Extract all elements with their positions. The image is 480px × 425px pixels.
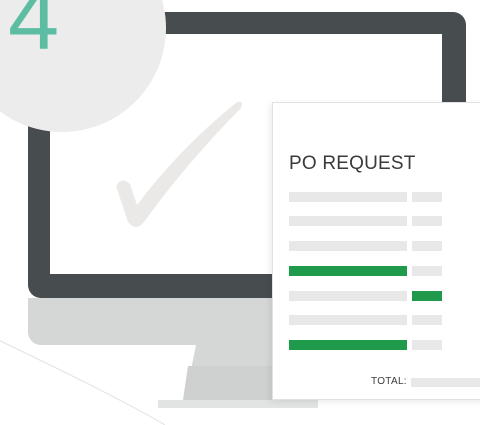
step-number: 4 [8,0,60,69]
document-title: PO REQUEST [289,153,416,174]
row-description-bar [289,241,407,251]
illustration: 4 PO REQUEST TOTAL: [0,0,480,425]
row-amount-cell [412,291,442,301]
po-request-document: PO REQUEST TOTAL: [272,102,480,400]
row-amount-cell [412,216,442,226]
row-description-bar [289,192,407,202]
total-label: TOTAL: [371,376,407,387]
total-field [411,378,480,387]
row-description-bar [289,315,407,325]
row-description-bar [289,266,407,276]
row-description-bar [289,291,407,301]
row-amount-cell [412,241,442,251]
row-description-bar [289,340,407,350]
row-amount-cell [412,192,442,202]
row-amount-cell [412,266,442,276]
row-description-bar [289,216,407,226]
row-amount-cell [412,340,442,350]
row-amount-cell [412,315,442,325]
